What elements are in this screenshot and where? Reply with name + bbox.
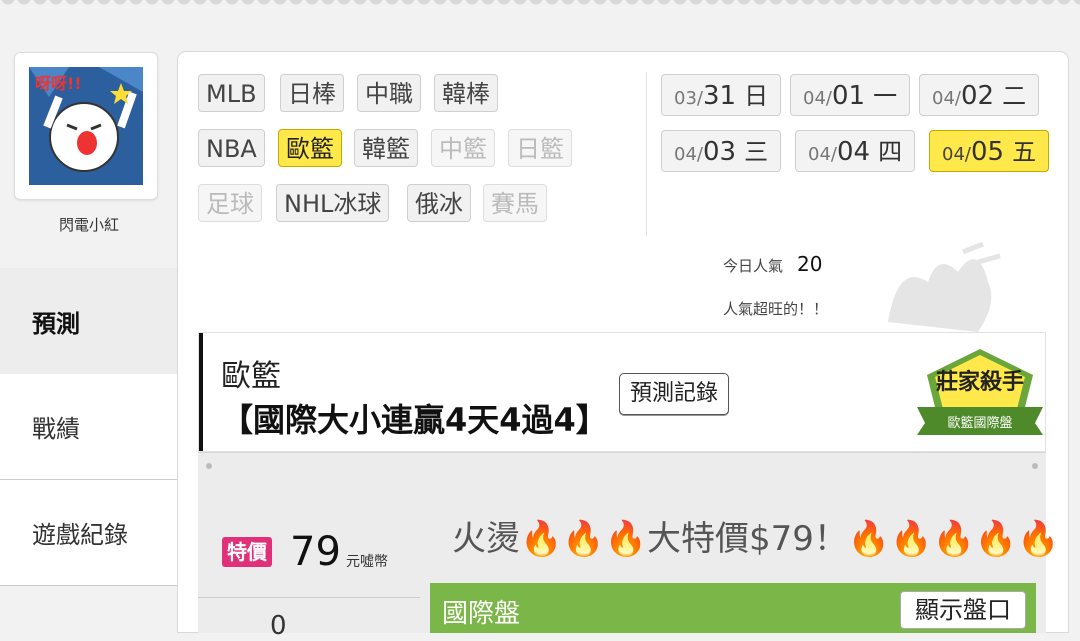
sport-tag-jpn-baseball[interactable]: 日棒 [280,74,344,112]
price-unit: 元噓幣 [346,554,388,570]
bookie-killer-badge: 莊家殺手 歐籃國際盤 [917,349,1043,435]
username: 閃電小紅 [58,216,119,234]
main-panel: MLB 日棒 中職 韓棒 NBA 歐籃 韓籃 中籃 日籃 足球 NHL冰球 俄冰… [178,52,1068,641]
date-tab-0402[interactable]: 04/02 二 [919,74,1040,116]
show-odds-button[interactable]: 顯示盤口 [900,591,1026,629]
badge-main-text: 莊家殺手 [936,369,1024,395]
svg-text:呀呀!!: 呀呀!! [35,74,82,93]
sport-tag-kor-basketball[interactable]: 韓籃 [354,129,418,167]
sport-tag-cn-basketball: 中籃 [431,129,495,167]
sport-tag-jpn-basketball: 日籃 [508,129,572,167]
top-decor-edge [0,0,1080,22]
screw-dot [1032,463,1038,469]
price-section: 特價 79 元噓幣 火燙🔥🔥🔥大特價$79！🔥🔥🔥🔥🔥 0 國際盤 顯示盤口 [198,452,1060,641]
accent-bar [199,333,203,451]
special-price-tag: 特價 [222,537,272,567]
popularity-label: 今日人氣 [723,257,784,275]
prediction-record-button[interactable]: 預測記錄 [619,373,730,415]
popularity-value: 20 [797,252,823,276]
sport-tag-euro-basketball[interactable]: 歐籃 [278,129,342,167]
side-nav: 預測 戰績 遊戲紀錄 [0,268,178,586]
market-title: 國際盤 [442,599,521,629]
popularity-note: 人氣超旺的！！ [723,300,829,318]
avatar[interactable]: 呀呀!! [14,52,158,200]
price-value: 79 [290,529,341,575]
divider [198,597,420,598]
prediction-category: 歐籃 [221,359,281,394]
date-tab-0401[interactable]: 04/01 一 [790,74,911,116]
badge-sub-text: 歐籃國際盤 [947,416,1012,431]
date-tab-0403[interactable]: 04/03 三 [661,130,782,172]
sport-tag-russian-hockey[interactable]: 俄冰 [407,184,471,222]
sport-tag-kbo[interactable]: 韓棒 [434,74,498,112]
prediction-title: 【國際大小連贏4天4過4】 [221,401,608,439]
date-tab-0405[interactable]: 04/05 五 [929,130,1050,172]
divider [646,72,647,236]
date-tab-0404[interactable]: 04/04 四 [795,130,916,172]
promo-text: 火燙🔥🔥🔥大特價$79！🔥🔥🔥🔥🔥 [452,519,1060,559]
splash-decoration [888,242,1001,332]
screw-dot [206,463,212,469]
nav-item-predict[interactable]: 預測 [0,268,178,374]
market-bar: 國際盤 顯示盤口 [430,583,1036,633]
avatar-image: 呀呀!! [29,67,143,185]
prediction-header: 歐籃 【國際大小連贏4天4過4】 預測記錄 莊家殺手 歐籃國際盤 [198,332,1046,452]
nav-item-record[interactable]: 戰績 [0,374,178,480]
partial-number: 0 [270,611,287,641]
sport-tag-cpbl[interactable]: 中職 [357,74,421,112]
popularity: 今日人氣 20 [723,252,822,276]
user-profile: 呀呀!! 閃電小紅 [0,30,178,268]
date-tab-0331[interactable]: 03/31 日 [661,74,782,116]
sport-tag-mlb[interactable]: MLB [198,74,265,112]
nav-item-game-log[interactable]: 遊戲紀錄 [0,480,178,586]
sport-tag-nba[interactable]: NBA [198,129,265,167]
sport-tag-soccer: 足球 [198,184,262,222]
sport-tag-nhl[interactable]: NHL冰球 [276,184,390,222]
sport-tag-horse-racing: 賽馬 [483,184,547,222]
